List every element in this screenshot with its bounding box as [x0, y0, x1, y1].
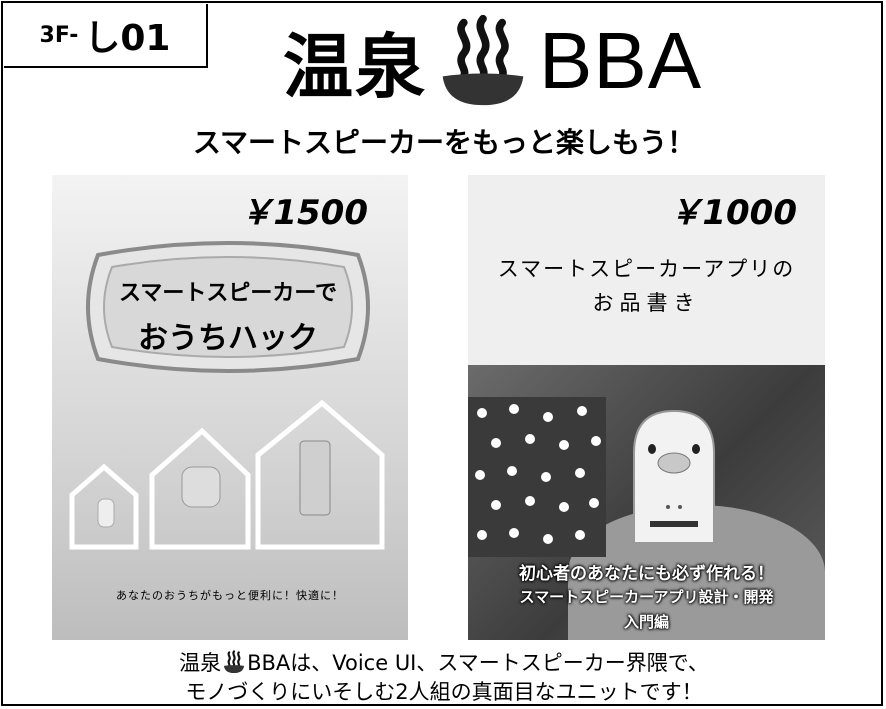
book1-tagline: あなたのおうちがもっと便利に！快適に！: [116, 589, 344, 602]
book1-title-line1: スマートスピーカーで: [118, 281, 338, 306]
onsen-icon: [223, 650, 245, 674]
title-en: BBA: [539, 16, 703, 105]
book2-price: ￥1000: [668, 193, 797, 233]
book2-cover-line3: 入門編: [623, 613, 669, 631]
circle-title: 温泉 BBA: [283, 11, 702, 111]
book2-catchcopy: 初心者のあなたにも必ず作れる！ スマートスピーカーアプリ設計・開発 入門編: [468, 559, 825, 632]
book-cover-app-oshinagaki[interactable]: ￥1000 スマートスピーカーアプリの お品書き 初心者のあなたにも必ず作れる！: [468, 175, 825, 640]
circle-description: 温泉 BBAは、Voice UI、スマートスピーカー界隈で、 モノづくりにいそし…: [3, 649, 885, 707]
book2-cover-line1: 初心者のあなたにも必ず作れる！: [519, 564, 774, 584]
book2-title-line2: お品書き: [592, 291, 701, 315]
description-line2: モノづくりにいそしむ2人組の真面目なユニットです！: [185, 680, 703, 704]
onsen-icon: [442, 14, 524, 106]
book2-title-line1: スマートスピーカーアプリの: [497, 257, 796, 281]
subtitle: スマートスピーカーをもっと楽しもう！: [192, 126, 696, 159]
houses-icon: [69, 399, 385, 550]
book1-title-line2: おうちハック: [138, 321, 318, 356]
book1-price: ￥1500: [239, 193, 368, 233]
booth-prefix: 3F-: [39, 22, 79, 48]
booth-code: し01: [84, 18, 171, 59]
book-cover-ouchi-hack[interactable]: ￥1500 スマートスピーカーで おうちハック あなたのおうちがもっと便利に！快…: [52, 175, 408, 640]
description-line1: 温泉 BBAは、Voice UI、スマートスピーカー界隈で、: [3, 649, 885, 678]
sakura-pattern-icon: [475, 404, 601, 544]
smart-speaker-robot-icon: [633, 409, 715, 544]
flyer: 3F- し01 温泉 BBA スマートスピーカーをもっと楽しもう！ ￥1500 …: [1, 1, 883, 706]
title-jp: 温泉: [283, 25, 427, 108]
book2-cover-line2: スマートスピーカーアプリ設計・開発: [519, 588, 774, 606]
description-onsen-word: 温泉: [179, 651, 222, 675]
book1-title: スマートスピーカーで おうちハック: [78, 275, 378, 357]
description-line1-text: BBAは、Voice UI、スマートスピーカー界隈で、: [247, 651, 709, 675]
booth-number: 3F- し01: [4, 4, 208, 68]
